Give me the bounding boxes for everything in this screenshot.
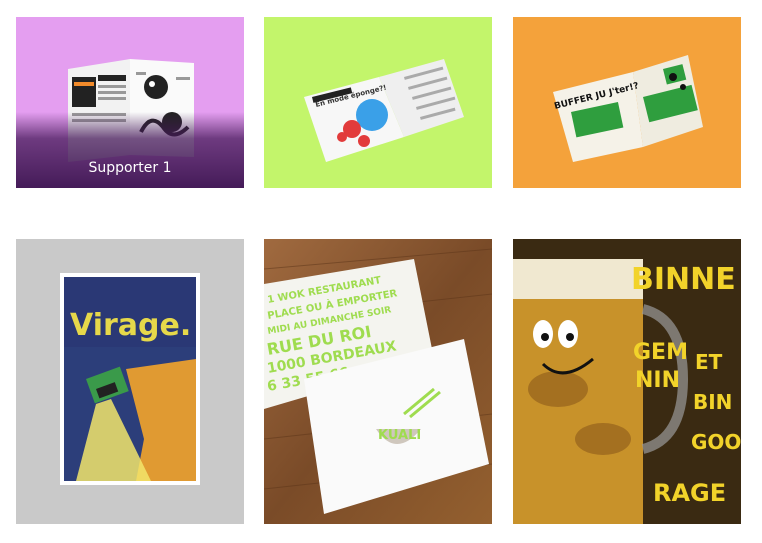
beer-word-3: NIN xyxy=(635,368,680,393)
beer-word-4: ET xyxy=(695,350,723,374)
gallery-tile-3[interactable]: BUFFER JU J'ter!? xyxy=(513,17,741,188)
magazine-mockup-image: En mode éponge?! xyxy=(264,17,492,188)
beer-word-2: GEM xyxy=(633,340,688,365)
caption-overlay xyxy=(16,112,244,188)
beer-word-6: GOO xyxy=(691,430,741,454)
gallery-tile-5[interactable]: 1 WOK RESTAURANT PLACE OU À EMPORTER MID… xyxy=(264,239,492,524)
beer-word-5: BIN xyxy=(693,390,732,414)
magazine-mockup-image: BUFFER JU J'ter!? xyxy=(513,17,741,188)
gallery-tile-2[interactable]: En mode éponge?! xyxy=(264,17,492,188)
gallery-tile-1[interactable]: Supporter 1 xyxy=(16,17,244,188)
beer-word-7: RAGE xyxy=(653,479,726,507)
business-card-mockup-image: 1 WOK RESTAURANT PLACE OU À EMPORTER MID… xyxy=(264,239,492,524)
card-logo: KUALI xyxy=(378,428,421,443)
poster-mockup-image: Virage. xyxy=(16,239,244,524)
tile-caption: Supporter 1 xyxy=(88,160,172,176)
beer-word-1: BINNE xyxy=(631,262,736,297)
gallery-tile-6[interactable]: BINNE GEM NIN ET BIN GOO RAGE xyxy=(513,239,741,524)
beer-illustration-image: BINNE GEM NIN ET BIN GOO RAGE xyxy=(513,239,741,524)
poster-title: Virage. xyxy=(70,308,191,343)
gallery-tile-4[interactable]: Virage. xyxy=(16,239,244,524)
